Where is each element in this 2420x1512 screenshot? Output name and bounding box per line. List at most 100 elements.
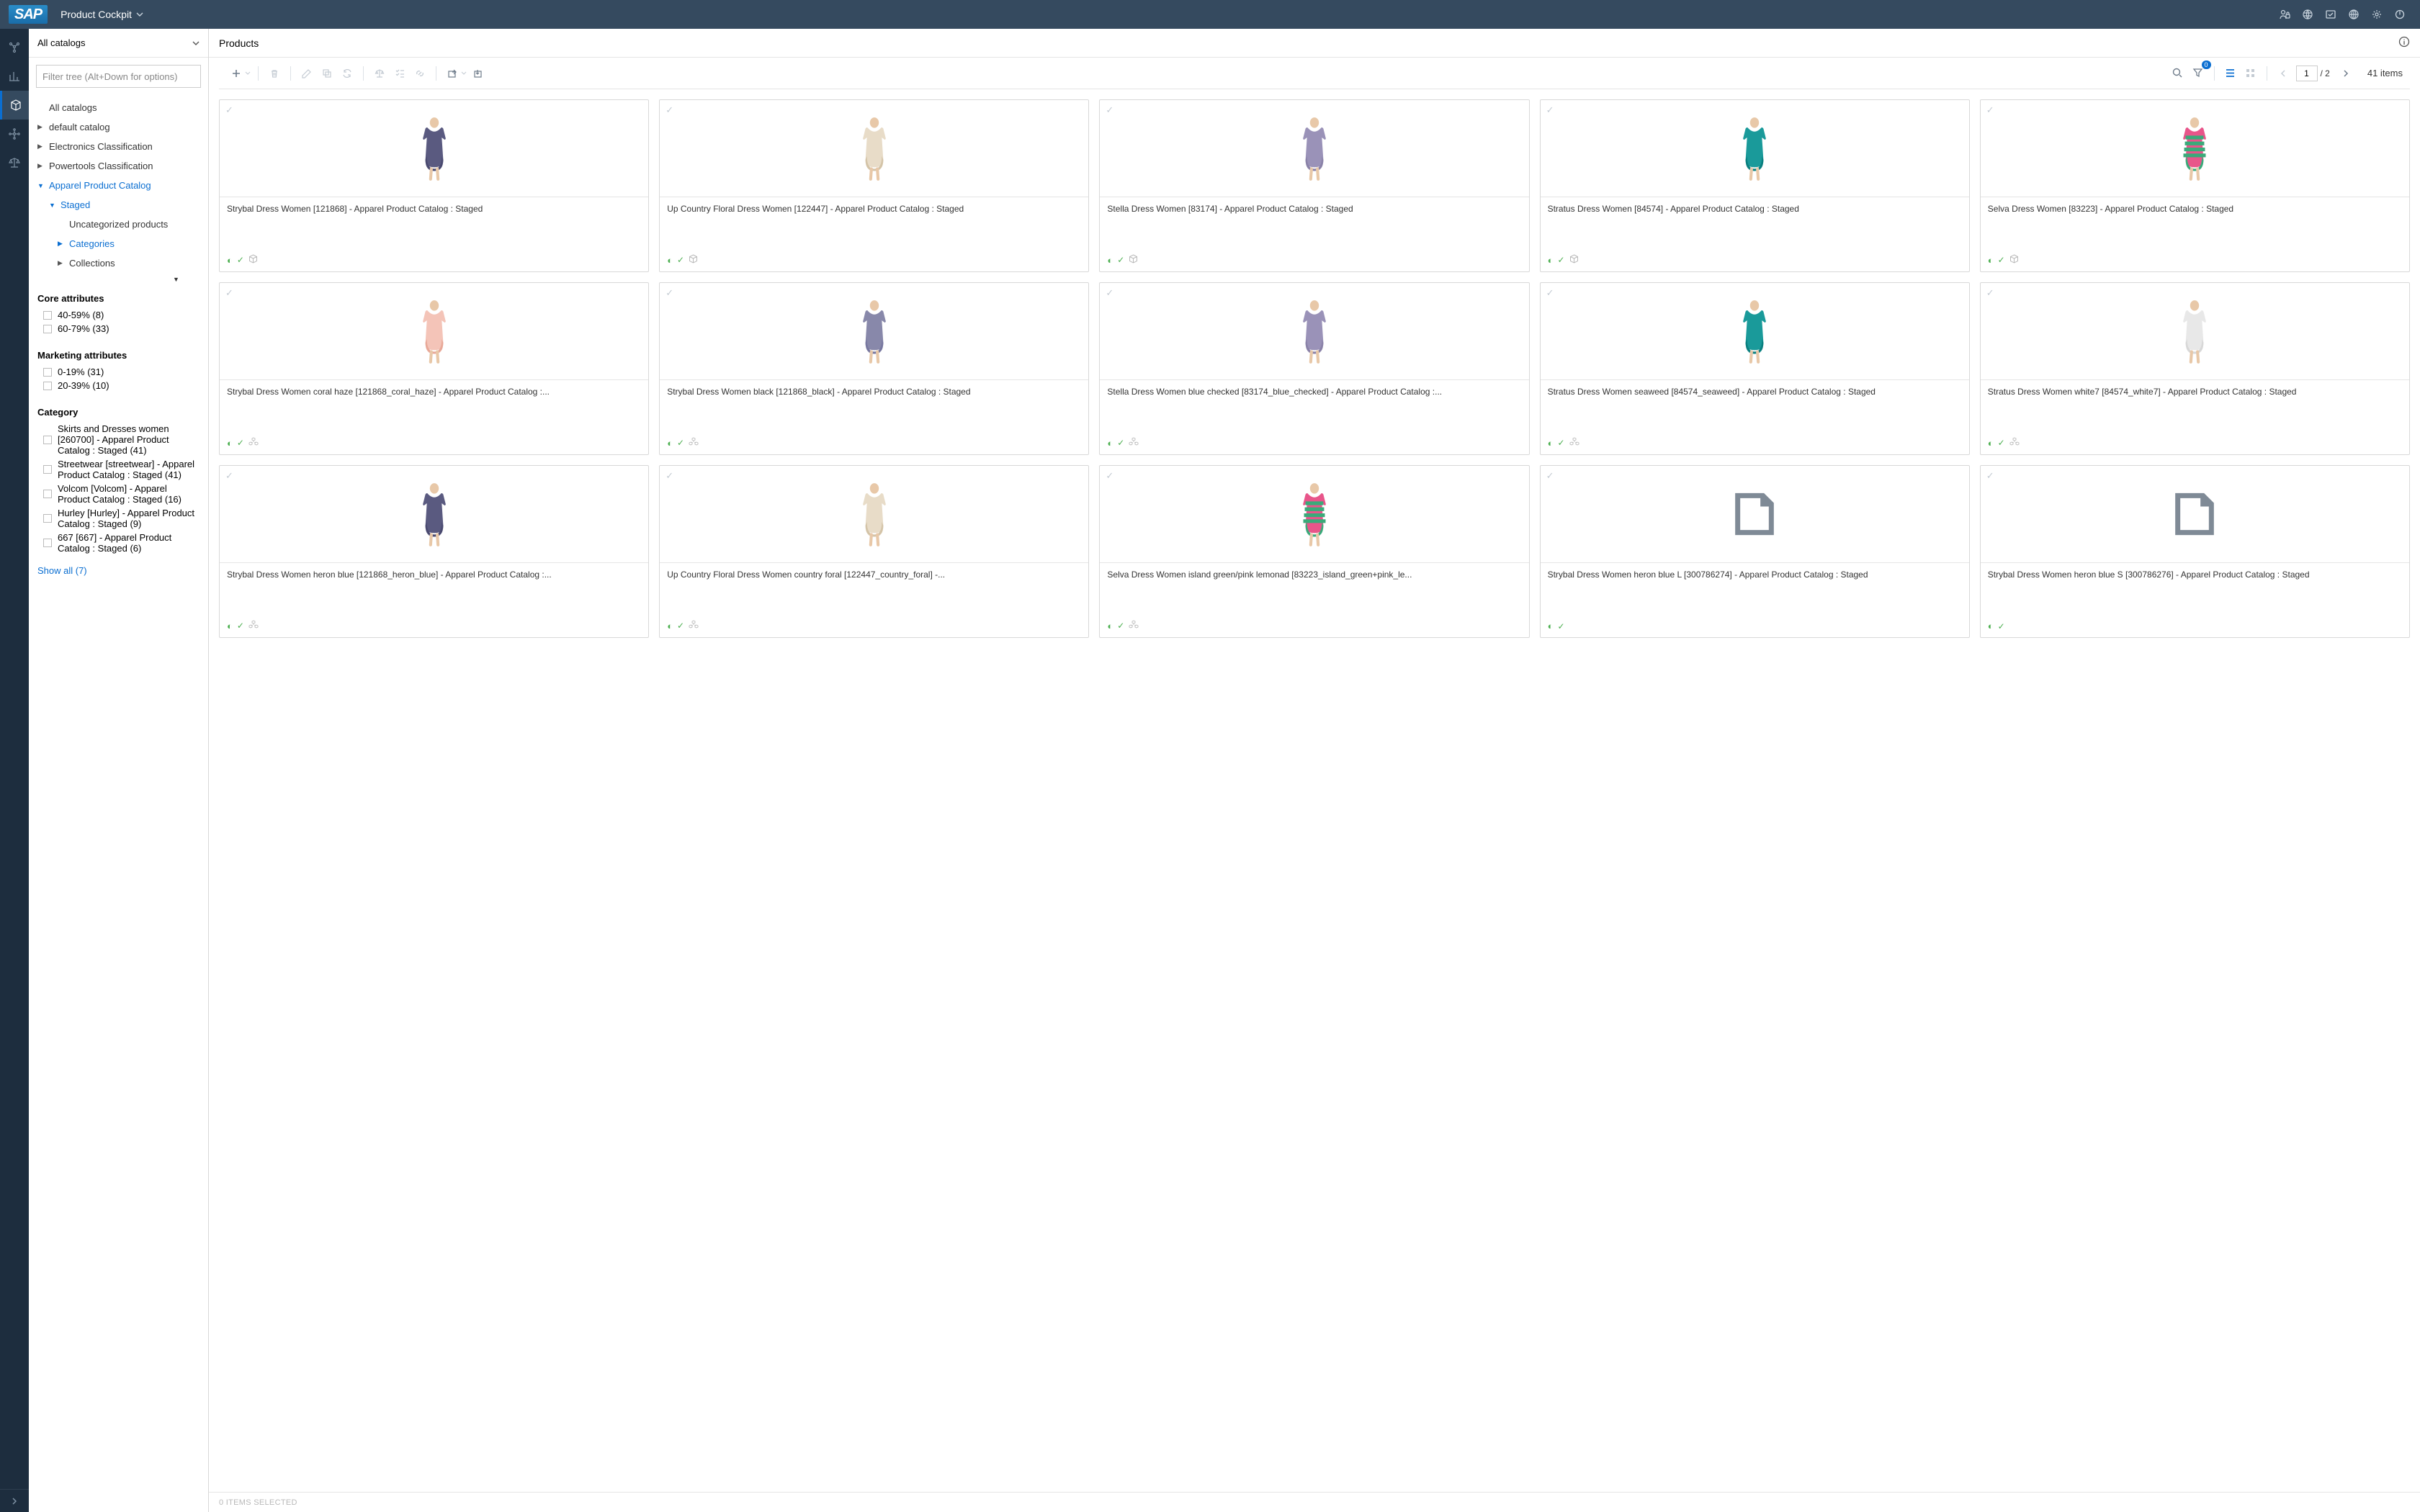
tree-item[interactable]: ▶Electronics Classification (29, 137, 208, 156)
globe-icon[interactable] (2342, 3, 2365, 26)
variant-cluster-icon (248, 620, 259, 631)
status-check-icon: ✓ (237, 255, 244, 265)
product-card[interactable]: ✓Strybal Dress Women heron blue S [30078… (1980, 465, 2410, 638)
check-icon: ✓ (225, 287, 233, 299)
tree-item-label: Categories (69, 238, 115, 249)
variant-icon (248, 254, 258, 266)
globe-refresh-icon[interactable] (2296, 3, 2319, 26)
sync-button[interactable] (337, 63, 357, 84)
copy-button[interactable] (317, 63, 337, 84)
nav-cube-icon[interactable] (0, 91, 29, 120)
filter-button[interactable]: 0 (2188, 63, 2208, 84)
product-card[interactable]: ✓Stratus Dress Women [84574] - Apparel P… (1540, 99, 1970, 272)
main-area: Products (209, 29, 2420, 1512)
power-icon[interactable] (2388, 3, 2411, 26)
nav-scale-icon[interactable] (0, 148, 29, 177)
tree-filter-input[interactable] (36, 65, 201, 88)
tree-item[interactable]: ▶Collections (29, 253, 208, 273)
page-input[interactable] (2296, 66, 2318, 81)
import-button[interactable] (468, 63, 488, 84)
app-title-dropdown[interactable]: Product Cockpit (60, 9, 143, 20)
user-lock-icon[interactable] (2273, 3, 2296, 26)
facet-item-label: 40-59% (8) (58, 310, 104, 320)
tree-item-label: default catalog (49, 122, 110, 132)
variant-cluster-icon (248, 437, 259, 449)
variant-icon (2009, 254, 2019, 266)
product-card[interactable]: ✓Up Country Floral Dress Women country f… (659, 465, 1089, 638)
variant-cluster-icon (2009, 437, 2020, 449)
prev-page-button[interactable] (2273, 63, 2293, 84)
nav-hub-icon[interactable] (0, 120, 29, 148)
delete-button[interactable] (264, 63, 284, 84)
product-thumbnail (852, 481, 897, 548)
product-card[interactable]: ✓Stratus Dress Women white7 [84574_white… (1980, 282, 2410, 455)
facet-item[interactable]: 20-39% (10) (37, 379, 200, 392)
product-card[interactable]: ✓Stratus Dress Women seaweed [84574_seaw… (1540, 282, 1970, 455)
info-icon[interactable] (2398, 36, 2410, 50)
tree-item[interactable]: Uncategorized products (29, 215, 208, 234)
checklist-button[interactable] (390, 63, 410, 84)
export-dropdown-icon[interactable] (460, 63, 468, 84)
product-card[interactable]: ✓ Selva Dress Women island green/pink lem… (1099, 465, 1529, 638)
facet-item[interactable]: Skirts and Dresses women [260700] - Appa… (37, 422, 200, 457)
tree-item[interactable]: ▶Categories (29, 234, 208, 253)
card-title: Up Country Floral Dress Women [122447] -… (667, 203, 1081, 239)
chevron-down-icon (136, 11, 143, 18)
card-title: Selva Dress Women island green/pink lemo… (1107, 569, 1521, 605)
link-button[interactable] (410, 63, 430, 84)
product-card[interactable]: ✓Strybal Dress Women heron blue L [30078… (1540, 465, 1970, 638)
status-approved-icon: ◐ (1107, 621, 1113, 631)
tree-item[interactable]: ▼Staged (29, 195, 208, 215)
facet-item[interactable]: 40-59% (8) (37, 308, 200, 322)
show-all-link[interactable]: Show all (7) (29, 559, 208, 582)
list-view-button[interactable] (2220, 63, 2241, 84)
nav-network-icon[interactable] (0, 33, 29, 62)
status-check-icon: ✓ (1998, 621, 2005, 631)
product-thumbnail (1732, 298, 1777, 365)
compare-button[interactable] (369, 63, 390, 84)
card-title: Selva Dress Women [83223] - Apparel Prod… (1988, 203, 2402, 239)
tree-item[interactable]: ▼Apparel Product Catalog (29, 176, 208, 195)
tree-arrow-icon: ▼ (49, 202, 56, 209)
search-button[interactable] (2168, 63, 2188, 84)
edit-button[interactable] (297, 63, 317, 84)
catalog-selector[interactable]: All catalogs (29, 29, 208, 58)
facet-item[interactable]: Volcom [Volcom] - Apparel Product Catalo… (37, 482, 200, 506)
add-dropdown-icon[interactable] (243, 63, 252, 84)
status-check-icon: ✓ (237, 621, 244, 631)
nav-expand-icon[interactable] (0, 1489, 29, 1512)
variant-icon (1129, 254, 1138, 266)
product-card[interactable]: ✓Strybal Dress Women [121868] - Apparel … (219, 99, 649, 272)
check-icon: ✓ (1106, 470, 1113, 482)
status-check-icon: ✓ (237, 438, 244, 448)
product-card[interactable]: ✓Strybal Dress Women heron blue [121868_… (219, 465, 649, 638)
tree-item[interactable]: All catalogs (29, 98, 208, 117)
facet-section: Core attributes40-59% (8)60-79% (33) (29, 283, 208, 340)
product-card[interactable]: ✓Up Country Floral Dress Women [122447] … (659, 99, 1089, 272)
product-thumbnail (852, 298, 897, 365)
facet-item[interactable]: 60-79% (33) (37, 322, 200, 336)
product-card[interactable]: ✓Strybal Dress Women black [121868_black… (659, 282, 1089, 455)
checkbox-icon[interactable] (2319, 3, 2342, 26)
tree-item[interactable]: ▶default catalog (29, 117, 208, 137)
check-icon: ✓ (225, 104, 233, 116)
product-thumbnail (1732, 115, 1777, 182)
product-card[interactable]: ✓Strybal Dress Women coral haze [121868_… (219, 282, 649, 455)
nav-chart-icon[interactable] (0, 62, 29, 91)
card-title: Stratus Dress Women white7 [84574_white7… (1988, 386, 2402, 422)
card-title: Stratus Dress Women seaweed [84574_seawe… (1548, 386, 1962, 422)
product-card[interactable]: ✓ Selva Dress Women [83223] - Apparel Pro… (1980, 99, 2410, 272)
card-image-area: ✓ (1100, 100, 1528, 197)
settings-icon[interactable] (2365, 3, 2388, 26)
facet-item[interactable]: Hurley [Hurley] - Apparel Product Catalo… (37, 506, 200, 531)
tree-more-icon[interactable]: ▼ (29, 276, 208, 283)
product-card[interactable]: ✓Stella Dress Women blue checked [83174_… (1099, 282, 1529, 455)
product-card[interactable]: ✓Stella Dress Women [83174] - Apparel Pr… (1099, 99, 1529, 272)
status-check-icon: ✓ (1998, 255, 2005, 265)
facet-item[interactable]: 0-19% (31) (37, 365, 200, 379)
facet-item[interactable]: 667 [667] - Apparel Product Catalog : St… (37, 531, 200, 555)
next-page-button[interactable] (2336, 63, 2356, 84)
tree-item[interactable]: ▶Powertools Classification (29, 156, 208, 176)
facet-item[interactable]: Streetwear [streetwear] - Apparel Produc… (37, 457, 200, 482)
grid-view-button[interactable] (2241, 63, 2261, 84)
